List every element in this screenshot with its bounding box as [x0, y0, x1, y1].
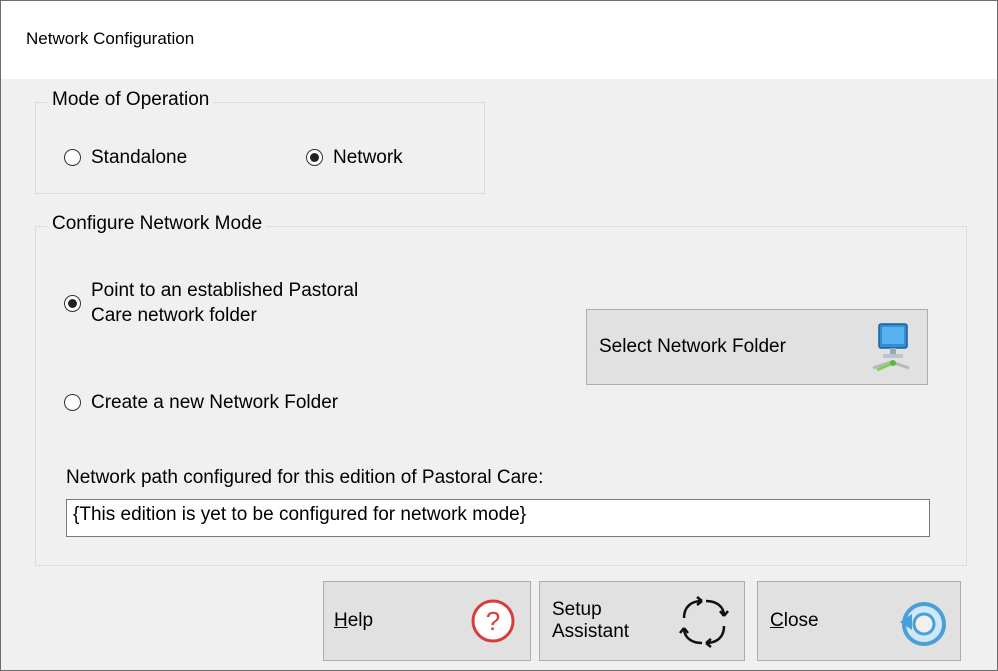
network-radio-button[interactable] [306, 149, 323, 166]
computer-network-icon [869, 322, 913, 380]
point-to-established-label-line2: Care network folder [91, 305, 257, 326]
mode-of-operation-legend: Mode of Operation [48, 89, 214, 111]
window-title: Network Configuration [26, 29, 195, 48]
create-new-folder-radio[interactable]: Create a new Network Folder [64, 390, 338, 415]
help-button[interactable]: Help ? [323, 581, 531, 661]
setup-assistant-button[interactable]: Setup Assistant [539, 581, 745, 661]
standalone-radio[interactable]: Standalone [64, 145, 187, 170]
network-radio-label: Network [333, 147, 403, 168]
mode-of-operation-group: Mode of Operation Standalone Network [35, 89, 485, 194]
select-network-folder-label: Select Network Folder [599, 336, 786, 357]
close-button-label: Close [770, 610, 819, 631]
help-button-label: Help [334, 610, 374, 631]
network-configuration-dialog: Network Configuration Mode of Operation … [0, 0, 998, 671]
create-new-folder-radio-label: Create a new Network Folder [91, 392, 339, 413]
svg-text:?: ? [486, 606, 500, 636]
point-to-established-radio-label: Point to an established Pastoral Care ne… [91, 278, 358, 328]
point-to-established-radio-button[interactable] [64, 295, 81, 312]
setup-assistant-label: Setup Assistant [552, 599, 630, 642]
select-network-folder-button[interactable]: Select Network Folder [586, 309, 928, 385]
point-to-established-radio[interactable]: Point to an established Pastoral Care ne… [64, 278, 358, 328]
standalone-radio-label: Standalone [91, 147, 188, 168]
network-path-label: Network path configured for this edition… [66, 467, 544, 488]
configure-network-mode-legend: Configure Network Mode [48, 213, 267, 235]
network-path-field[interactable]: {This edition is yet to be configured fo… [66, 499, 930, 537]
close-return-icon [896, 596, 948, 654]
configure-network-mode-group: Configure Network Mode Point to an estab… [35, 213, 967, 566]
close-button[interactable]: Close [757, 581, 961, 661]
create-new-folder-radio-button[interactable] [64, 394, 81, 411]
refresh-arrows-icon [676, 596, 732, 654]
network-radio[interactable]: Network [306, 145, 403, 170]
standalone-radio-button[interactable] [64, 149, 81, 166]
help-icon: ? [470, 598, 516, 650]
title-bar: Network Configuration [1, 1, 997, 79]
point-to-established-label-line1: Point to an established Pastoral [91, 280, 359, 301]
